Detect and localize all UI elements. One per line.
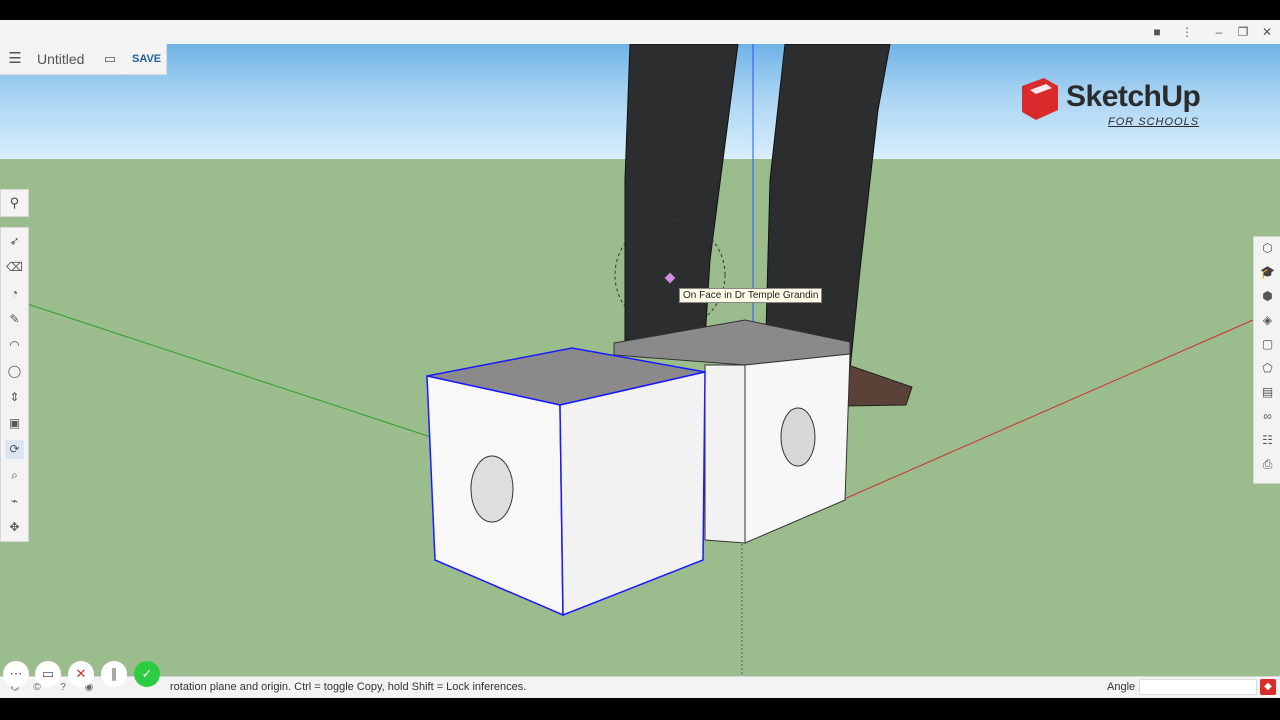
back-cube-front-left xyxy=(704,364,746,544)
export-icon[interactable]: ⎙ xyxy=(1258,455,1277,474)
sketchup-app: ■ ⋮ – ❐ ✕ ☰ Untitled ▭ SAVE SketchUp FOR… xyxy=(0,20,1280,698)
paint-bucket-icon[interactable]: ◔ xyxy=(5,284,24,303)
file-bar: ☰ Untitled ▭ SAVE xyxy=(0,44,167,75)
tape-measure-icon[interactable]: ⌕ xyxy=(5,466,24,485)
menu-icon[interactable]: ☰ xyxy=(6,50,24,68)
pause-icon[interactable]: ∥ xyxy=(101,661,127,687)
more-options-icon[interactable]: ⋯ xyxy=(3,661,29,687)
minimize-icon[interactable]: – xyxy=(1210,23,1228,41)
left-toolbar: ➶ ⌫ ◔ ✎ ◠ ◯ ⇕ ▣ ⟳ ⌕ ⌁ ✥ xyxy=(0,227,29,542)
status-bar: ⌬ © ? ◉ rotation plane and origin. Ctrl … xyxy=(0,676,1280,698)
entity-info-icon[interactable]: ⬡ xyxy=(1258,239,1277,258)
camera-icon[interactable]: ■ xyxy=(1148,23,1166,41)
finish-recording-icon[interactable]: ✓ xyxy=(134,661,160,687)
instructor-icon[interactable]: 🎓 xyxy=(1258,263,1277,282)
select-icon[interactable]: ➶ xyxy=(5,232,24,251)
status-hint: rotation plane and origin. Ctrl = toggle… xyxy=(170,681,527,693)
green-axis xyxy=(0,294,441,441)
components-icon[interactable]: ⬢ xyxy=(1258,287,1277,306)
logo-subtitle: FOR SCHOOLS xyxy=(1108,116,1200,128)
back-cube-hole xyxy=(780,407,816,467)
right-panel-toolbar: ⬡ 🎓 ⬢ ◈ ▢ ⬠ ▤ ∞ ☷ ⎙ xyxy=(1253,236,1280,484)
cancel-recording-icon[interactable]: ✕ xyxy=(68,661,94,687)
camera-toggle-icon[interactable]: ▭ xyxy=(35,661,61,687)
window-titlebar: ■ ⋮ – ❐ ✕ xyxy=(0,20,1280,44)
arc-icon[interactable]: ◠ xyxy=(5,336,24,355)
styles-icon[interactable]: ▢ xyxy=(1258,335,1277,354)
offset-icon[interactable]: ▣ xyxy=(5,414,24,433)
sketchup-logo: SketchUp FOR SCHOOLS xyxy=(1018,76,1228,132)
close-icon[interactable]: ✕ xyxy=(1258,23,1276,41)
figure-leg-right xyxy=(764,43,891,371)
pencil-icon[interactable]: ✎ xyxy=(5,310,24,329)
more-icon[interactable]: ⋮ xyxy=(1178,23,1196,41)
angle-input[interactable] xyxy=(1139,679,1257,695)
materials-icon[interactable]: ◈ xyxy=(1258,311,1277,330)
tags-icon[interactable]: ⬠ xyxy=(1258,359,1277,378)
move-icon[interactable]: ✥ xyxy=(5,518,24,537)
recorder-icon[interactable]: ◆ xyxy=(1260,679,1276,695)
rotate-icon[interactable]: ⟳ xyxy=(5,440,24,459)
folder-icon[interactable]: ▭ xyxy=(101,50,119,68)
front-cube-right xyxy=(559,371,706,617)
figure-shoe xyxy=(845,364,913,407)
circle-icon[interactable]: ◯ xyxy=(5,362,24,381)
push-pull-icon[interactable]: ⇕ xyxy=(5,388,24,407)
restore-icon[interactable]: ❐ xyxy=(1234,23,1252,41)
angle-label: Angle xyxy=(1107,681,1136,693)
orbit-icon[interactable]: ⌁ xyxy=(5,492,24,511)
eraser-icon[interactable]: ⌫ xyxy=(5,258,24,277)
front-cube-hole xyxy=(470,455,514,523)
outliner-icon[interactable]: ☷ xyxy=(1258,431,1277,450)
sketchup-logo-icon xyxy=(1022,78,1058,120)
help-icon[interactable]: ? xyxy=(56,681,70,695)
scenes-icon[interactable]: ▤ xyxy=(1258,383,1277,402)
save-button[interactable]: SAVE xyxy=(132,53,161,65)
inference-tooltip: On Face in Dr Temple Grandin xyxy=(679,288,823,303)
red-axis xyxy=(841,319,1254,501)
logo-wordmark: SketchUp xyxy=(1066,80,1201,113)
file-title[interactable]: Untitled xyxy=(37,51,84,67)
display-icon[interactable]: ∞ xyxy=(1258,407,1277,426)
search-icon[interactable]: ⚲ xyxy=(0,189,29,217)
